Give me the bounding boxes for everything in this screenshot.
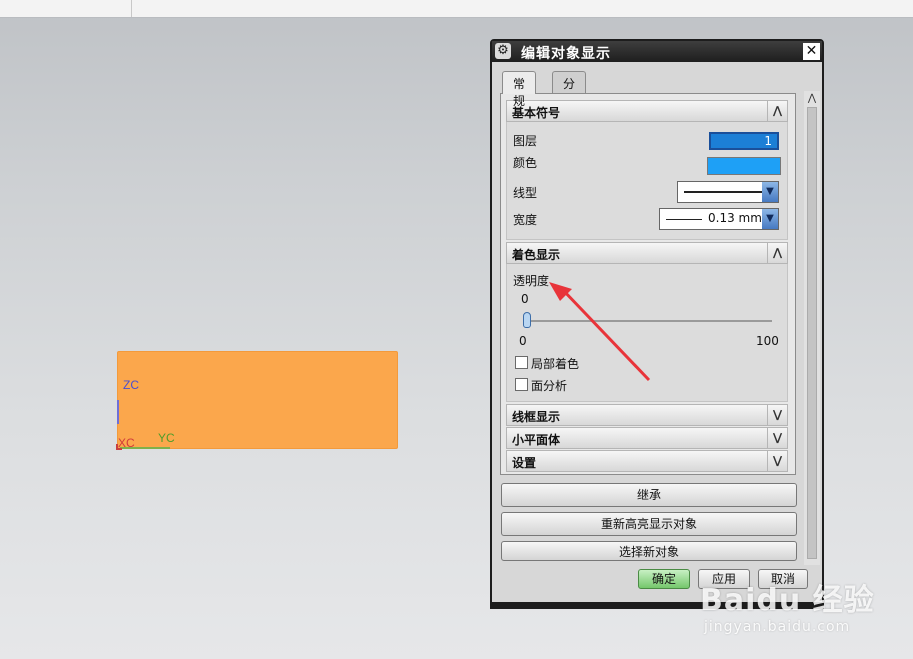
scroll-up-icon[interactable]: ⋀	[804, 91, 820, 107]
solid-line-icon	[684, 191, 762, 193]
layer-label: 图层	[513, 134, 538, 148]
width-select[interactable]: 0.13 mm ▼	[659, 208, 779, 230]
partial-shading-checkbox[interactable]	[515, 356, 528, 369]
dialog-title: 编辑对象显示	[521, 46, 611, 62]
edit-object-display-dialog: ⚙ 编辑对象显示 ✕ 常规 分析 基本符号 ⋀ 图层 1 颜色 线型 ▼	[490, 39, 824, 609]
chevron-down-icon[interactable]: ▼	[762, 209, 778, 229]
tab-general[interactable]: 常规	[502, 71, 537, 108]
slider-min-label: 0	[519, 334, 527, 348]
section-basic-symbol[interactable]: 基本符号 ⋀	[506, 100, 788, 122]
transparency-slider-thumb[interactable]	[523, 312, 531, 328]
width-value: 0.13 mm	[708, 211, 762, 225]
chevron-down-icon[interactable]: ▼	[762, 182, 778, 202]
linetype-select[interactable]: ▼	[677, 181, 779, 203]
zc-axis-label: ZC	[123, 378, 139, 392]
rehighlight-objects-button[interactable]: 重新高亮显示对象	[501, 512, 797, 536]
chevron-down-icon[interactable]: ⋁	[767, 428, 787, 448]
section-settings-title: 设置	[512, 456, 537, 470]
dialog-titlebar[interactable]: ⚙ 编辑对象显示 ✕	[492, 41, 822, 62]
watermark-url: jingyan.baidu.com	[704, 619, 851, 635]
section-shaded-display-title: 着色显示	[512, 248, 561, 262]
chevron-down-icon[interactable]: ⋁	[767, 451, 787, 471]
toolbar-separator	[131, 0, 132, 17]
line-width-icon	[666, 219, 702, 220]
linetype-label: 线型	[513, 186, 538, 200]
chevron-up-icon[interactable]: ⋀	[767, 243, 787, 263]
section-settings[interactable]: 设置 ⋁	[506, 450, 788, 472]
face-analysis-checkbox[interactable]	[515, 378, 528, 391]
dialog-body: 常规 分析 基本符号 ⋀ 图层 1 颜色 线型 ▼ 宽度	[492, 62, 822, 579]
partial-shading-label: 局部着色	[531, 357, 580, 371]
tab-analysis[interactable]: 分析	[552, 71, 587, 108]
baidu-logo: Baidu 经验	[700, 583, 875, 618]
z-axis-icon	[117, 400, 119, 424]
section-shaded-display[interactable]: 着色显示 ⋀	[506, 242, 788, 264]
general-tab-panel: 基本符号 ⋀ 图层 1 颜色 线型 ▼ 宽度 0.13 mm ▼ 着色显示 ⋀ …	[500, 93, 796, 475]
color-label: 颜色	[513, 156, 538, 170]
inherit-button[interactable]: 继承	[501, 483, 797, 507]
layer-field[interactable]: 1	[709, 132, 779, 150]
section-wireframe-display-title: 线框显示	[512, 410, 561, 424]
scroll-thumb[interactable]	[807, 107, 817, 559]
close-button[interactable]: ✕	[803, 43, 820, 60]
gear-icon[interactable]: ⚙	[495, 43, 511, 59]
section-wireframe-display[interactable]: 线框显示 ⋁	[506, 404, 788, 426]
section-faceted-body[interactable]: 小平面体 ⋁	[506, 427, 788, 449]
face-analysis-label: 面分析	[531, 379, 568, 393]
xc-axis-label: XC	[118, 436, 135, 450]
transparency-current-value: 0	[521, 292, 529, 306]
basic-symbol-body: 图层 1 颜色 线型 ▼ 宽度 0.13 mm ▼	[506, 122, 788, 240]
transparency-label: 透明度	[513, 274, 550, 288]
select-new-objects-button[interactable]: 选择新对象	[501, 541, 797, 561]
transparency-slider-track[interactable]	[524, 320, 772, 322]
shaded-display-body: 透明度 0 0 100 局部着色 面分析	[506, 264, 788, 402]
top-toolbar	[0, 0, 913, 18]
color-swatch[interactable]	[707, 157, 781, 175]
chevron-down-icon[interactable]: ⋁	[767, 405, 787, 425]
ok-button[interactable]: 确定	[638, 569, 690, 589]
yc-axis-label: YC	[158, 431, 175, 445]
width-label: 宽度	[513, 213, 538, 227]
chevron-up-icon[interactable]: ⋀	[767, 101, 787, 121]
watermark: Baidu 经验 jingyan.baidu.com	[700, 575, 875, 635]
dialog-scrollbar[interactable]: ⋀ ⋁	[804, 91, 820, 579]
section-faceted-body-title: 小平面体	[512, 433, 561, 447]
slider-max-label: 100	[756, 334, 779, 348]
